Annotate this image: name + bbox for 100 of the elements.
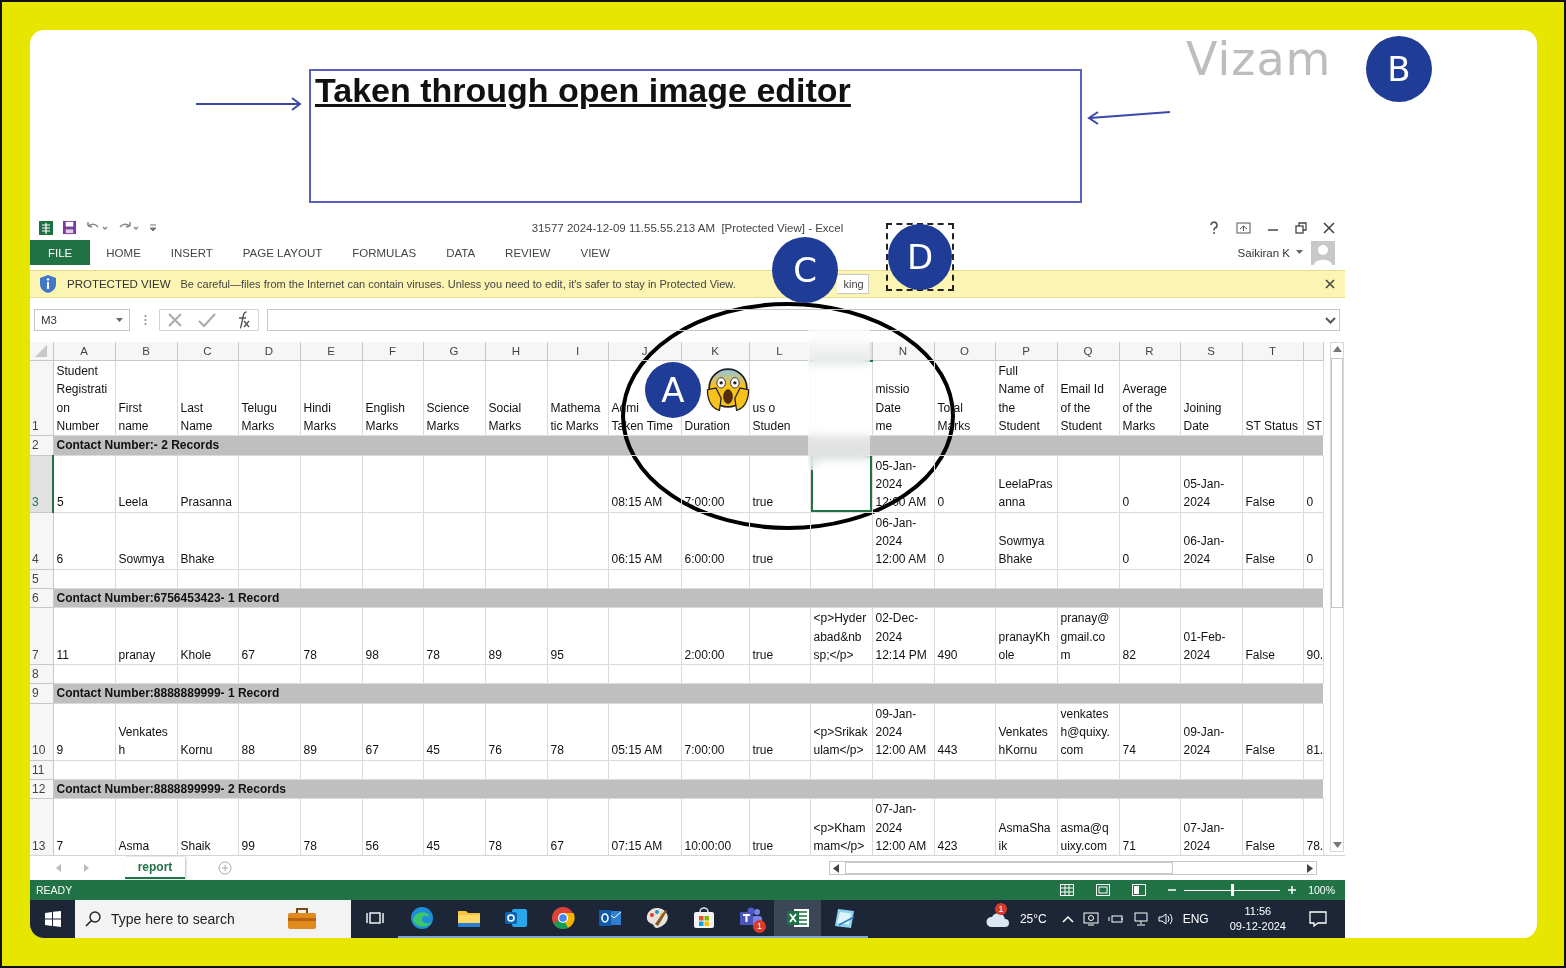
briefcase-icon[interactable] [287,908,317,930]
ribbon-tab[interactable]: FILE [30,240,91,265]
zoom-out-icon[interactable] [1168,886,1177,894]
column-letter[interactable]: F [362,342,423,361]
restore-icon[interactable] [1295,221,1307,234]
ribbon-tab[interactable]: DATA [430,240,490,265]
caret-icon[interactable] [1296,250,1303,255]
network-icon[interactable] [1132,912,1149,926]
scroll-up-icon[interactable] [1332,346,1342,352]
sheet-tab[interactable]: report [125,857,185,879]
column-header: Joining Date [1180,360,1242,436]
column-letter[interactable]: H [485,342,547,361]
ribbon-tab[interactable]: PAGE LAYOUT [226,240,337,265]
table-cell: 0 [934,512,995,570]
language-indicator[interactable]: ENG [1182,912,1209,926]
group-heading: Contact Number:6756453423- 1 Record [53,588,1323,608]
vertical-scrollbar[interactable] [1330,342,1344,852]
horizontal-scrollbar[interactable] [829,861,1317,875]
column-letter[interactable]: D [238,342,300,361]
clock-time[interactable]: 11:56 [1244,904,1272,919]
help-icon[interactable] [1208,220,1220,235]
user-name[interactable]: Saikiran K [1237,246,1290,259]
column-letter[interactable]: T [1242,342,1303,361]
column-letter[interactable]: E [300,342,362,361]
chevron-up-icon[interactable] [1061,915,1074,923]
row-number[interactable]: 4 [30,512,53,570]
enable-editing-button[interactable]: king [836,274,869,294]
task-view-icon [365,910,384,926]
name-box[interactable]: M3 [34,309,130,331]
close-icon[interactable] [1325,279,1335,289]
notification-badge: 1 [994,903,1007,915]
column-letter[interactable]: L [749,342,810,361]
formula-input[interactable] [267,309,1340,331]
search-field[interactable]: Type here to search [111,911,271,927]
table-cell: Sowmya Bhake [995,512,1057,570]
spreadsheet-icon[interactable] [38,219,54,236]
column-letter[interactable]: I [547,342,608,361]
expand-chevron-icon[interactable] [1325,316,1336,324]
column-letter[interactable]: B [115,342,177,361]
battery-icon[interactable] [1107,913,1124,925]
column-letter[interactable]: O [934,342,995,361]
column-letter[interactable]: K [681,342,749,361]
ribbon-tab[interactable]: REVIEW [489,240,565,265]
column-letter[interactable]: N [872,342,934,361]
scroll-left-icon[interactable] [833,863,839,873]
table-cell: 89 [300,703,362,761]
row-number[interactable]: 1 [30,360,53,436]
taskbar-app-button[interactable] [774,900,821,938]
table-cell: 74 [1119,703,1180,761]
customize-caret-icon[interactable] [149,222,157,233]
scroll-thumb[interactable] [1331,358,1343,608]
row-number[interactable]: 7 [30,607,53,665]
column-letter[interactable]: S [1180,342,1242,361]
device-icon[interactable] [1082,912,1099,926]
ribbon-tab[interactable]: VIEW [564,240,624,265]
table-cell: true [749,798,810,855]
column-letter[interactable]: R [1119,342,1180,361]
table-cell: 71 [1119,798,1180,855]
ribbon-tab[interactable]: INSERT [154,240,227,265]
clock-date[interactable]: 09-12-2024 [1229,919,1286,934]
page-break-icon[interactable] [1132,884,1147,896]
column-letter[interactable]: G [423,342,485,361]
zoom-level[interactable]: 100% [1308,884,1335,896]
ribbon-tab[interactable]: HOME [90,240,155,265]
temperature-text[interactable]: 25°C [1019,912,1047,926]
scroll-thumb[interactable] [845,862,1173,874]
row-number[interactable]: 3 [30,455,53,513]
scroll-right-icon[interactable] [1307,863,1313,873]
table-cell: <p>Kham mam</p> [810,798,872,855]
caret-icon[interactable] [116,317,123,323]
table-cell: 5 [53,455,115,513]
page-layout-icon[interactable] [1096,884,1111,896]
slider-thumb[interactable] [1231,884,1235,896]
ribbon-display-icon[interactable] [1236,221,1251,234]
column-header: Social Marks [485,360,547,436]
column-letter[interactable]: C [177,342,238,361]
save-icon[interactable] [62,220,77,235]
column-letter[interactable]: J [608,342,681,361]
row-number[interactable]: 10 [30,703,53,761]
column-letter[interactable]: A [53,342,115,361]
group-heading: Contact Number:8888889999- 1 Record [53,684,1323,704]
checkmark-icon[interactable] [198,312,216,328]
scroll-down-icon[interactable] [1332,842,1342,848]
table-cell: 443 [934,703,995,761]
table-cell: 81. [1303,703,1323,761]
close-icon[interactable] [1323,221,1335,234]
column-letter[interactable]: P [995,342,1057,361]
grid-view-icon[interactable] [1060,884,1075,896]
zoom-in-icon[interactable] [1288,886,1297,894]
row-number[interactable]: 13 [30,798,53,855]
marker-circle: B [1366,36,1432,102]
notification-icon[interactable] [1309,911,1327,927]
ribbon-tab[interactable]: FORMULAS [336,240,431,265]
column-header: us o Studen [749,360,810,436]
speaker-icon[interactable] [1157,912,1174,926]
active-cell[interactable] [810,455,872,513]
drag-handle-icon[interactable] [144,314,147,326]
table-cell: 45 [423,703,485,761]
column-letter[interactable]: Q [1057,342,1119,361]
windows-start-icon[interactable] [45,911,61,927]
